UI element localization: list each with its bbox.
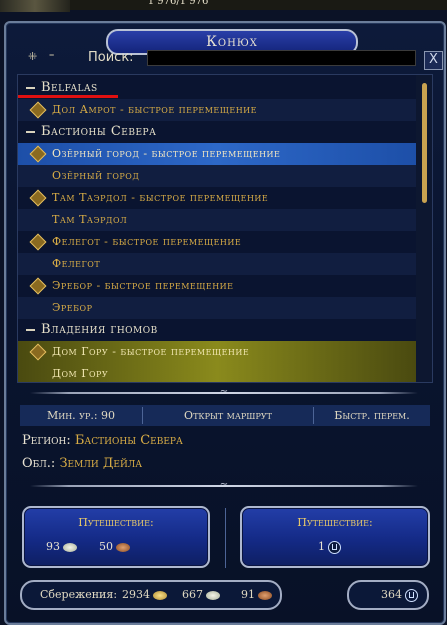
- savings-panel: Сбережения: 2934 667 91: [20, 580, 282, 610]
- list-tools: ⁜ ⁼: [28, 50, 62, 64]
- stable-token-icon: [405, 588, 418, 602]
- route-status: Открыт маршрут: [184, 409, 272, 422]
- region-value: Бастионы Севера: [74, 433, 183, 448]
- region-label: Регион:: [22, 433, 71, 448]
- area-value: Земли Дейла: [59, 456, 143, 471]
- character-portrait: [0, 0, 70, 12]
- copper-cost-value: 50: [99, 540, 113, 553]
- destination-row[interactable]: Озёрный город - быстрое перемещение: [18, 143, 416, 165]
- destination-row[interactable]: Дом Гору - быстрое перемещение: [18, 341, 416, 363]
- swift-travel-diamond-icon: [29, 145, 47, 163]
- list-group-header[interactable]: Бастионы Севера: [18, 121, 416, 143]
- destination-label: Эребор: [52, 301, 93, 314]
- copper-cost: 50: [99, 540, 130, 553]
- silver-cost-value: 93: [46, 540, 60, 553]
- copper-savings: 91: [241, 582, 272, 608]
- silver-savings: 667: [182, 582, 220, 608]
- button-separator: [225, 508, 226, 568]
- copper-coin-icon: [258, 590, 272, 600]
- group-label: Владения гномов: [41, 322, 158, 337]
- group-label: Бастионы Севера: [41, 124, 157, 139]
- area-row: Обл.: Земли Дейла: [22, 456, 142, 471]
- collapse-all-icon[interactable]: ⁼: [49, 50, 55, 63]
- region-row: Регион: Бастионы Севера: [22, 433, 183, 448]
- divider-ornament: ≈: [219, 480, 229, 491]
- token-savings-panel: 364: [347, 580, 429, 610]
- destination-row[interactable]: Дом Гору: [18, 363, 416, 382]
- silver-savings-value: 667: [182, 588, 203, 601]
- destination-label: Там Таэрдол - быстрое перемещение: [52, 191, 269, 204]
- silver-coin-icon: [206, 590, 220, 600]
- copper-savings-value: 91: [241, 588, 255, 601]
- destination-row[interactable]: Озёрный город: [18, 165, 416, 187]
- destination-label: Озёрный город - быстрое перемещение: [52, 147, 281, 160]
- expand-all-icon[interactable]: ⁜: [28, 50, 37, 63]
- search-label: Поиск:: [88, 50, 134, 65]
- destination-list: Belfalas Дол Амрот - быстрое перемещение Б…: [17, 74, 433, 383]
- destination-row[interactable]: Дол Амрот - быстрое перемещение: [18, 99, 416, 121]
- token-savings-value: 364: [381, 588, 402, 601]
- destination-row[interactable]: Фелегот - быстрое перемещение: [18, 231, 416, 253]
- list-scroll-thumb[interactable]: [422, 83, 427, 203]
- destination-label: Эребор - быстрое перемещение: [52, 279, 234, 292]
- travel-title: Путешествие:: [78, 516, 154, 529]
- route-info-bar: Мин. ур.: 90 Открыт маршрут Быстр. перем…: [20, 405, 430, 426]
- stable-token-icon: [328, 540, 341, 554]
- destination-row[interactable]: Эребор - быстрое перемещение: [18, 275, 416, 297]
- morale-readout: 1 976/1 976: [147, 0, 209, 7]
- destination-label: Фелегот - быстрое перемещение: [52, 235, 242, 248]
- gold-coin-icon: [153, 590, 167, 600]
- collapse-minus-icon[interactable]: [26, 130, 35, 133]
- swift-travel-diamond-icon: [29, 343, 47, 361]
- search-input[interactable]: [147, 50, 416, 66]
- swift-travel-diamond-icon: [29, 101, 47, 119]
- collapse-minus-icon[interactable]: [26, 86, 35, 89]
- min-level: Мин. ур.: 90: [46, 409, 116, 422]
- destination-row[interactable]: Там Таэрдол: [18, 209, 416, 231]
- token-cost: 1: [318, 540, 341, 554]
- silver-cost: 93: [46, 540, 77, 553]
- swift-travel-diamond-icon: [29, 189, 47, 207]
- close-button[interactable]: X: [424, 51, 443, 70]
- destination-label: Там Таэрдол: [52, 213, 128, 226]
- savings-label: Сбережения:: [40, 588, 118, 601]
- silver-coin-icon: [63, 542, 77, 552]
- copper-coin-icon: [116, 542, 130, 552]
- gold-savings: 2934: [122, 582, 167, 608]
- annotation-underline: [18, 95, 118, 98]
- destination-row[interactable]: Фелегот: [18, 253, 416, 275]
- destination-row[interactable]: Эребор: [18, 297, 416, 319]
- list-group-header[interactable]: Владения гномов: [18, 319, 416, 341]
- gold-savings-value: 2934: [122, 588, 150, 601]
- divider-ornament: ≈: [219, 387, 229, 398]
- travel-with-token-button[interactable]: Путешествие: 1: [240, 506, 430, 568]
- swift-travel-diamond-icon: [29, 277, 47, 295]
- swift-travel-diamond-icon: [29, 233, 47, 251]
- destination-label: Дол Амрот - быстрое перемещение: [52, 103, 257, 116]
- destination-row[interactable]: Там Таэрдол - быстрое перемещение: [18, 187, 416, 209]
- travel-with-coins-button[interactable]: Путешествие: 93 50: [22, 506, 210, 568]
- area-label: Обл.:: [22, 456, 56, 471]
- travel-title: Путешествие:: [297, 516, 373, 529]
- token-savings: 364: [381, 582, 418, 608]
- collapse-minus-icon[interactable]: [26, 328, 35, 331]
- travel-type: Быстр. перем.: [334, 409, 410, 422]
- destination-label: Дом Гору: [52, 367, 109, 380]
- group-label: Belfalas: [41, 80, 98, 95]
- destination-label: Дом Гору - быстрое перемещение: [52, 345, 250, 358]
- destination-label: Озёрный город: [52, 169, 140, 182]
- token-cost-value: 1: [318, 540, 325, 553]
- destination-label: Фелегот: [52, 257, 101, 270]
